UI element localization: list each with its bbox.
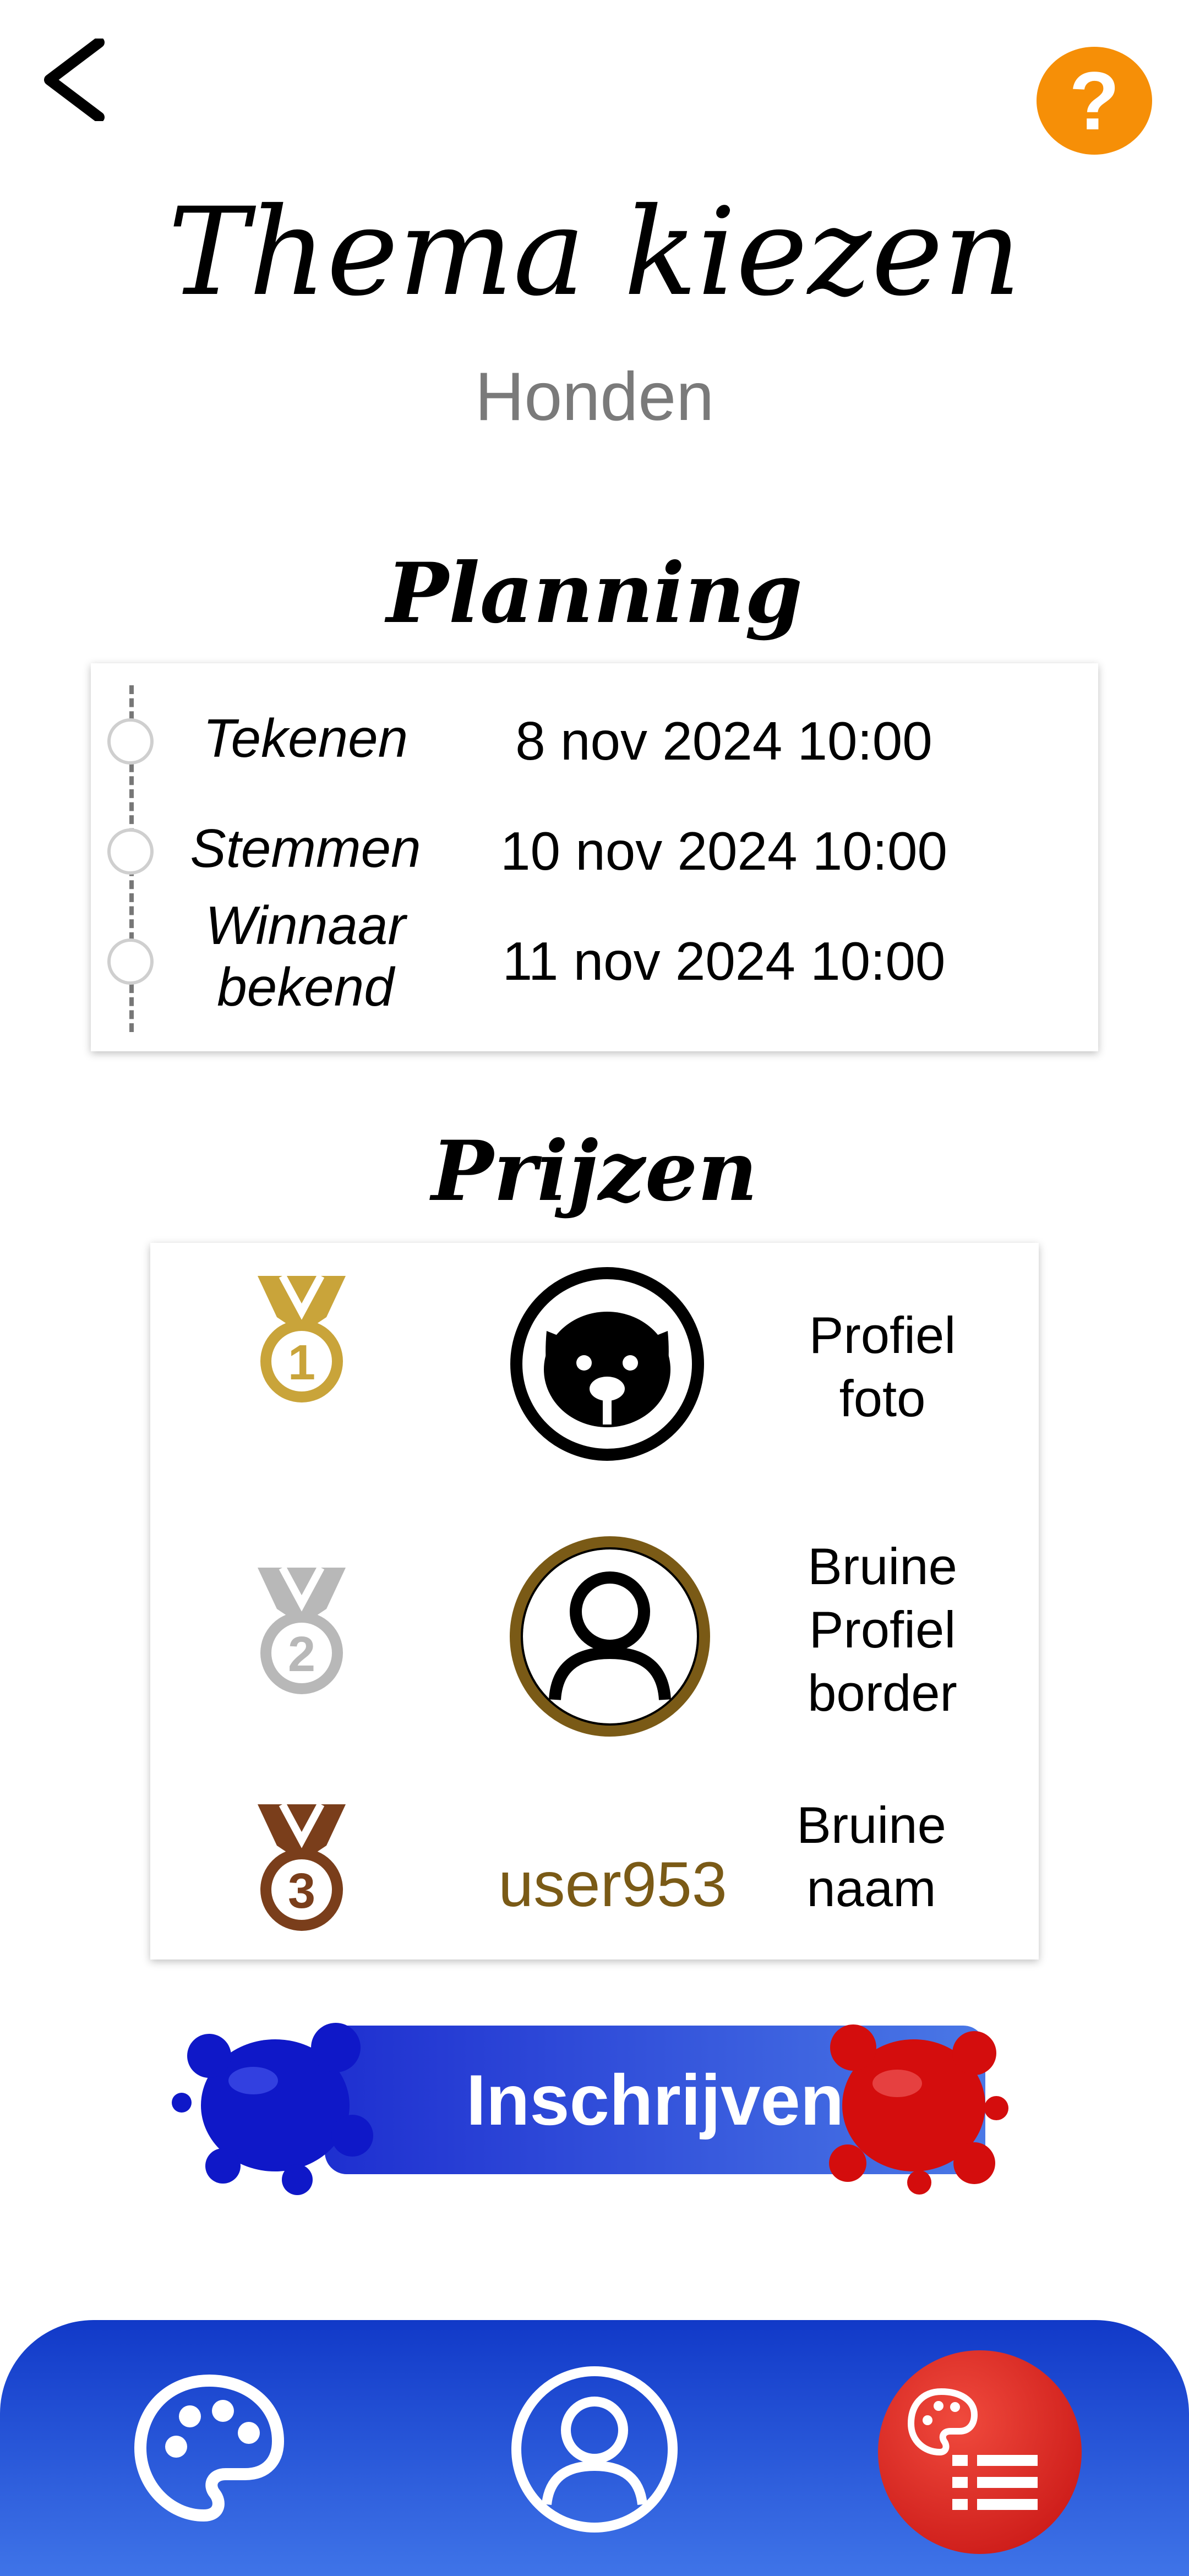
silver-medal-icon: 2: [258, 1565, 346, 1694]
prize-description: Profiel foto: [809, 1306, 956, 1427]
planning-label: Stemmen: [190, 818, 421, 878]
prize-description: Bruine Profiel border: [808, 1537, 957, 1722]
prizes-title: Prijzen: [431, 1123, 758, 1220]
planning-date: 11 nov 2024 10:00: [502, 931, 946, 991]
timeline-dot: [107, 828, 154, 875]
medal-rank: 1: [288, 1335, 315, 1390]
bronze-medal-icon: 3: [258, 1802, 346, 1931]
planning-label: Tekenen: [203, 708, 408, 768]
help-button[interactable]: ?: [1037, 47, 1152, 155]
themes-list-icon: [907, 2388, 1038, 2510]
planning-date: 8 nov 2024 10:00: [515, 711, 932, 771]
timeline-dot: [107, 938, 154, 985]
palette-icon: [134, 2374, 285, 2522]
nav-profile-button[interactable]: [509, 2364, 678, 2533]
planning-card: Tekenen 8 nov 2024 10:00 Stemmen 10 nov …: [91, 663, 1098, 1051]
red-paint-splash-icon: [829, 2024, 1008, 2195]
prizes-card: 1 Profiel foto 2 Bruine Profiel border 3…: [150, 1243, 1039, 1960]
dog-icon: [510, 1267, 704, 1461]
planning-date: 10 nov 2024 10:00: [500, 821, 947, 881]
gold-medal-icon: 1: [258, 1274, 346, 1402]
back-button[interactable]: [33, 37, 116, 123]
profile-icon: [511, 2366, 678, 2533]
profile-border-icon: [510, 1536, 710, 1737]
page-title: Thema kiezen: [168, 182, 1021, 323]
nav-themes-list-button[interactable]: [878, 2350, 1082, 2554]
nav-palette-button[interactable]: [127, 2367, 292, 2532]
chevron-left-icon: [44, 37, 105, 123]
planning-label: Winnaar bekend: [205, 895, 406, 1017]
planning-title: Planning: [386, 545, 803, 642]
brown-username-preview: user953: [498, 1849, 727, 1920]
page-subtitle: Honden: [474, 359, 715, 435]
timeline-dot: [107, 718, 154, 765]
prize-description: Bruine naam: [797, 1796, 946, 1917]
medal-rank: 2: [288, 1627, 315, 1682]
register-button[interactable]: Inschrijven: [171, 2023, 1018, 2195]
question-icon: ?: [1069, 54, 1120, 147]
medal-rank: 3: [288, 1864, 315, 1919]
